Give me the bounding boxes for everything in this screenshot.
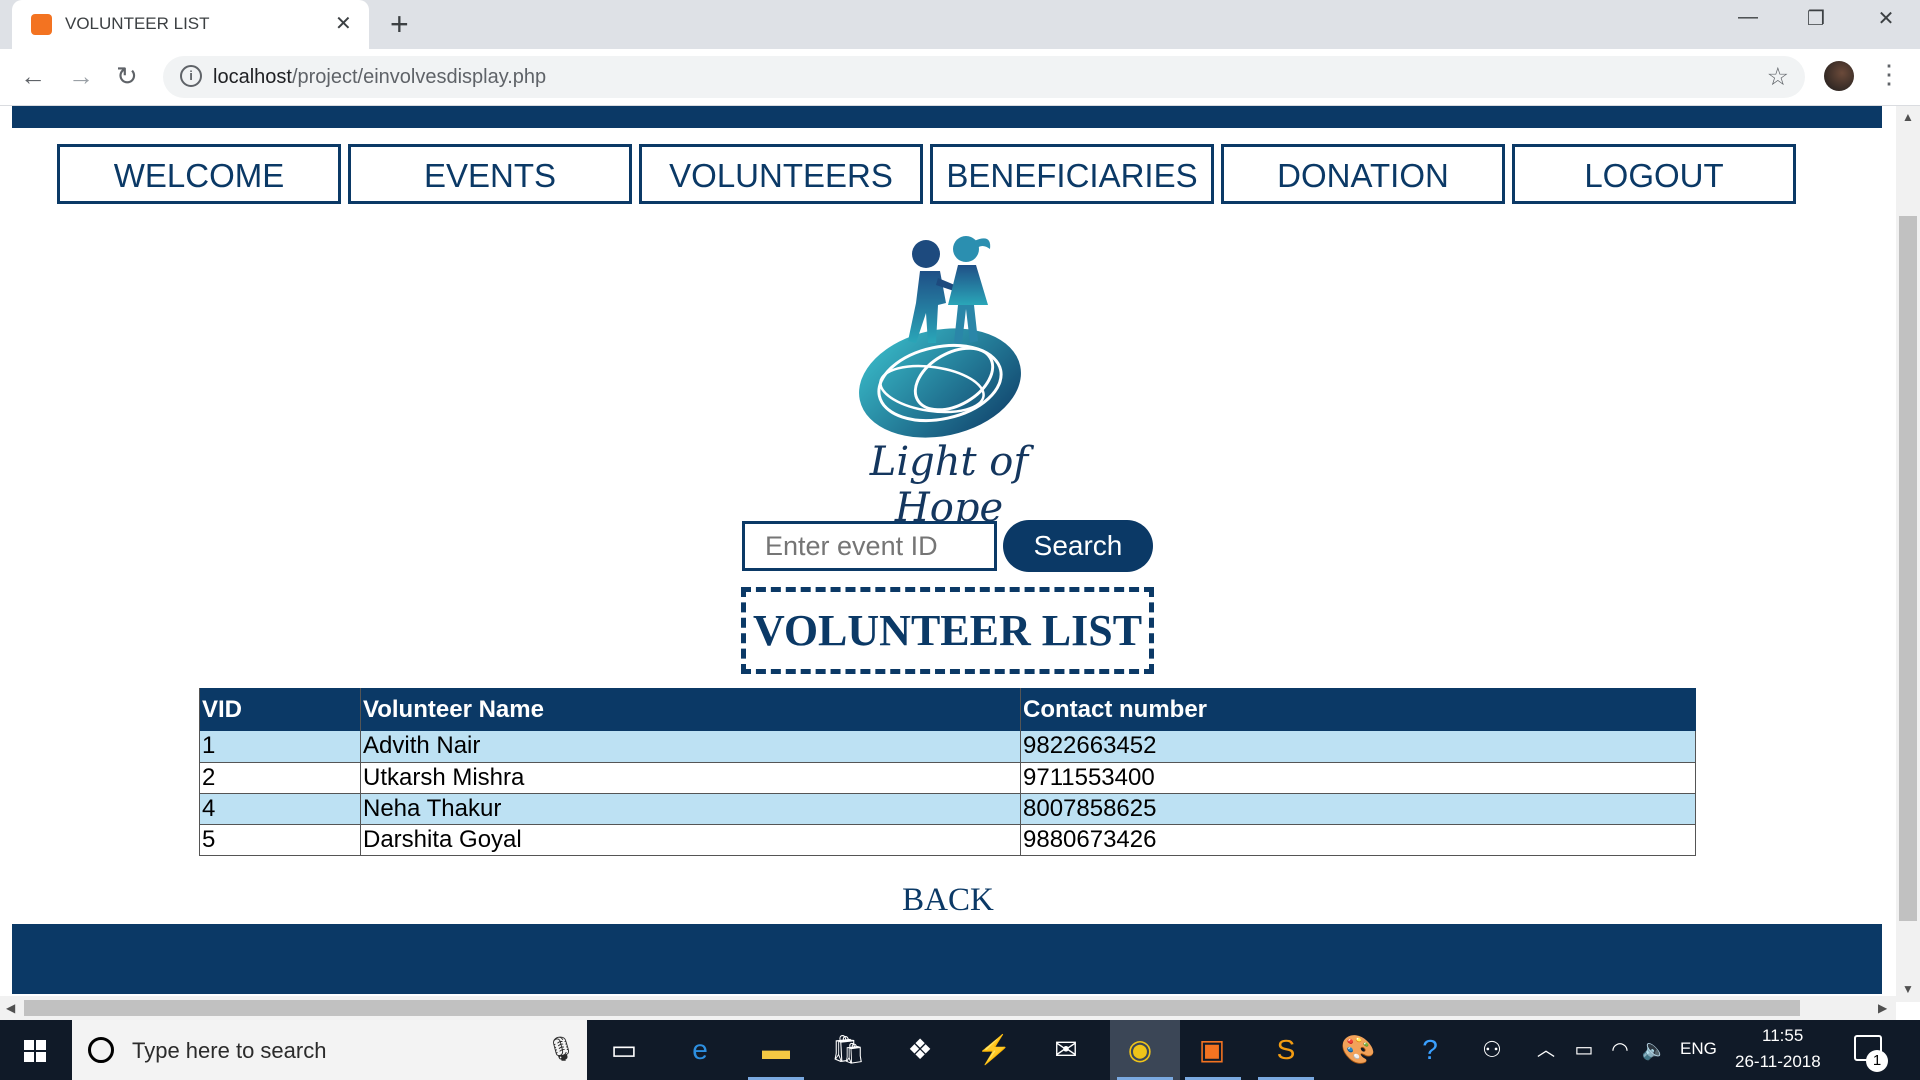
info-icon[interactable]: i xyxy=(180,65,202,87)
url-text[interactable]: localhost/project/einvolvesdisplay.php xyxy=(213,66,546,89)
nav-volunteers[interactable]: VOLUNTEERS xyxy=(639,144,923,204)
sublime-text-icon[interactable]: S xyxy=(1266,1030,1306,1070)
chrome-icon[interactable]: ◉ xyxy=(1120,1030,1160,1070)
back-arrow-icon[interactable]: ← xyxy=(20,61,46,92)
taskbar-search-placeholder: Type here to search xyxy=(132,1038,327,1063)
cell-vid: 2 xyxy=(199,762,361,794)
minimize-icon[interactable]: — xyxy=(1728,6,1768,38)
cell-contact: 9711553400 xyxy=(1020,762,1696,794)
nav-events[interactable]: EVENTS xyxy=(348,144,632,204)
cortana-icon xyxy=(88,1037,114,1063)
vertical-scrollbar[interactable]: ▲ ▼ xyxy=(1896,106,1920,1002)
volume-icon[interactable]: 🔈 xyxy=(1634,1030,1674,1070)
windows-logo-icon xyxy=(24,1040,46,1062)
taskbar-search-box[interactable]: Type here to search 🎙 xyxy=(72,1020,587,1080)
profile-avatar[interactable] xyxy=(1824,61,1854,91)
help-icon[interactable]: ? xyxy=(1410,1030,1450,1070)
xampp-favicon-icon xyxy=(31,14,52,35)
table-row: 1 Advith Nair 9822663452 xyxy=(199,731,1696,763)
nav-donation[interactable]: DONATION xyxy=(1221,144,1505,204)
cell-vid: 1 xyxy=(199,731,361,763)
battery-icon[interactable]: ▭ xyxy=(1564,1030,1604,1070)
horizontal-scroll-thumb[interactable] xyxy=(24,1000,1800,1016)
reload-icon[interactable]: ↻ xyxy=(116,61,138,92)
start-button[interactable] xyxy=(0,1020,70,1080)
vertical-scroll-thumb[interactable] xyxy=(1899,216,1917,921)
search-button[interactable]: Search xyxy=(1003,520,1153,572)
event-id-input[interactable] xyxy=(742,521,997,571)
cell-vid: 4 xyxy=(199,793,361,825)
store-icon[interactable]: 🛍 xyxy=(828,1030,868,1070)
horizontal-scrollbar[interactable]: ◀ ▶ xyxy=(0,996,1896,1020)
table-row: 2 Utkarsh Mishra 9711553400 xyxy=(199,762,1696,794)
address-bar[interactable]: i localhost/project/einvolvesdisplay.php… xyxy=(163,56,1805,98)
close-tab-icon[interactable]: ✕ xyxy=(335,11,352,36)
volunteer-table: VID Volunteer Name Contact number 1 Advi… xyxy=(199,688,1696,856)
browser-toolbar: ← → ↻ i localhost/project/einvolvesdispl… xyxy=(0,49,1920,106)
notification-badge: 1 xyxy=(1866,1050,1888,1072)
logo-text: Light of Hope xyxy=(869,439,1029,531)
cell-name: Neha Thakur xyxy=(360,793,1021,825)
task-view-icon[interactable]: ▭ xyxy=(604,1030,644,1070)
page-footer xyxy=(12,924,1882,994)
header-strip xyxy=(12,106,1882,128)
cell-vid: 5 xyxy=(199,824,361,856)
scroll-right-icon[interactable]: ▶ xyxy=(1878,1001,1887,1015)
tab-title: VOLUNTEER LIST xyxy=(65,14,210,33)
column-header-vid: VID xyxy=(199,688,361,731)
language-indicator[interactable]: ENG xyxy=(1680,1039,1717,1059)
dropbox-icon[interactable]: ❖ xyxy=(900,1030,940,1070)
cell-name: Utkarsh Mishra xyxy=(360,762,1021,794)
back-link[interactable]: BACK xyxy=(0,882,1896,919)
bookmark-star-icon[interactable]: ☆ xyxy=(1767,62,1789,92)
xampp-icon[interactable]: ▣ xyxy=(1192,1030,1232,1070)
children-globe-logo-icon xyxy=(859,236,1021,438)
visual-studio-code-icon[interactable]: ⚡ xyxy=(974,1030,1014,1070)
cell-contact: 9822663452 xyxy=(1020,731,1696,763)
nav-beneficiaries[interactable]: BENEFICIARIES xyxy=(930,144,1214,204)
table-row: 5 Darshita Goyal 9880673426 xyxy=(199,824,1696,856)
scroll-down-icon[interactable]: ▼ xyxy=(1902,982,1914,996)
cell-name: Advith Nair xyxy=(360,731,1021,763)
new-tab-icon[interactable]: + xyxy=(390,6,409,43)
browser-tab-bar: VOLUNTEER LIST ✕ + — ❐ ✕ xyxy=(0,0,1920,49)
column-header-name: Volunteer Name xyxy=(360,688,1021,731)
menu-dots-icon[interactable]: ⋮ xyxy=(1876,59,1902,90)
cell-contact: 8007858625 xyxy=(1020,793,1696,825)
cell-name: Darshita Goyal xyxy=(360,824,1021,856)
microphone-icon[interactable]: 🎙 xyxy=(546,1035,576,1064)
close-window-icon[interactable]: ✕ xyxy=(1866,6,1906,38)
clock-time[interactable]: 11:55 xyxy=(1762,1026,1803,1046)
table-row: 4 Neha Thakur 8007858625 xyxy=(199,793,1696,825)
url-host: localhost xyxy=(213,66,292,88)
page-viewport: WELCOME EVENTS VOLUNTEERS BENEFICIARIES … xyxy=(0,106,1920,1020)
nav-welcome[interactable]: WELCOME xyxy=(57,144,341,204)
paint-icon[interactable]: 🎨 xyxy=(1338,1030,1378,1070)
people-icon[interactable]: ⚇ xyxy=(1472,1030,1512,1070)
forward-arrow-icon[interactable]: → xyxy=(68,61,94,92)
column-header-contact: Contact number xyxy=(1020,688,1696,731)
scroll-left-icon[interactable]: ◀ xyxy=(6,1001,15,1015)
restore-icon[interactable]: ❐ xyxy=(1796,6,1836,38)
file-explorer-icon[interactable]: ▬ xyxy=(756,1030,796,1070)
table-header-row: VID Volunteer Name Contact number xyxy=(199,688,1696,731)
clock-date[interactable]: 26-11-2018 xyxy=(1735,1052,1821,1072)
mail-icon[interactable]: ✉ xyxy=(1046,1030,1086,1070)
browser-tab[interactable]: VOLUNTEER LIST ✕ xyxy=(12,0,369,49)
page-title: VOLUNTEER LIST xyxy=(741,587,1154,674)
nav-logout[interactable]: LOGOUT xyxy=(1512,144,1796,204)
scroll-up-icon[interactable]: ▲ xyxy=(1902,110,1914,124)
windows-taskbar: Type here to search 🎙 ▭ e ▬ 🛍 ❖ ⚡ ✉ ◉ ▣ … xyxy=(0,1020,1920,1080)
cell-contact: 9880673426 xyxy=(1020,824,1696,856)
edge-icon[interactable]: e xyxy=(680,1030,720,1070)
show-hidden-icons-icon[interactable]: ︿ xyxy=(1526,1030,1566,1070)
url-path: /project/einvolvesdisplay.php xyxy=(291,66,547,88)
light-of-hope-logo: Light of Hope xyxy=(842,233,1056,531)
